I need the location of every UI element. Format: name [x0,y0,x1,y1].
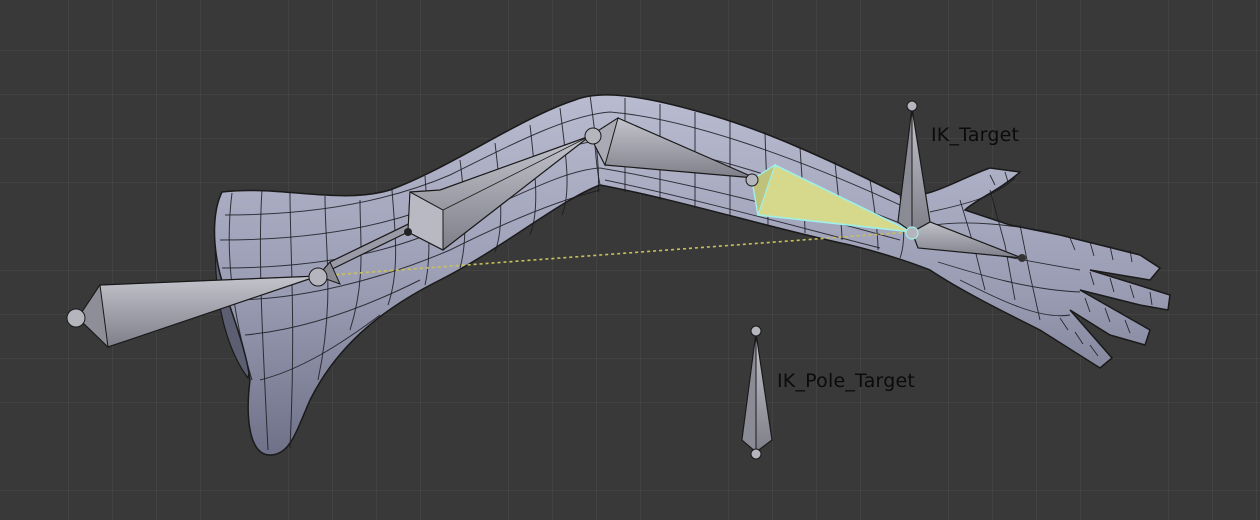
3d-viewport[interactable]: IK_Target IK_Pole_Target [0,0,1260,520]
arm-mesh[interactable] [213,94,1171,456]
viewport-scene[interactable] [0,0,1260,520]
armature[interactable] [66,100,1026,460]
ik-target-bone[interactable] [897,100,931,240]
ik-pole-target-bone[interactable] [741,325,773,460]
ik-target-label: IK_Target [931,124,1020,146]
ik-pole-target-label: IK_Pole_Target [777,370,916,392]
